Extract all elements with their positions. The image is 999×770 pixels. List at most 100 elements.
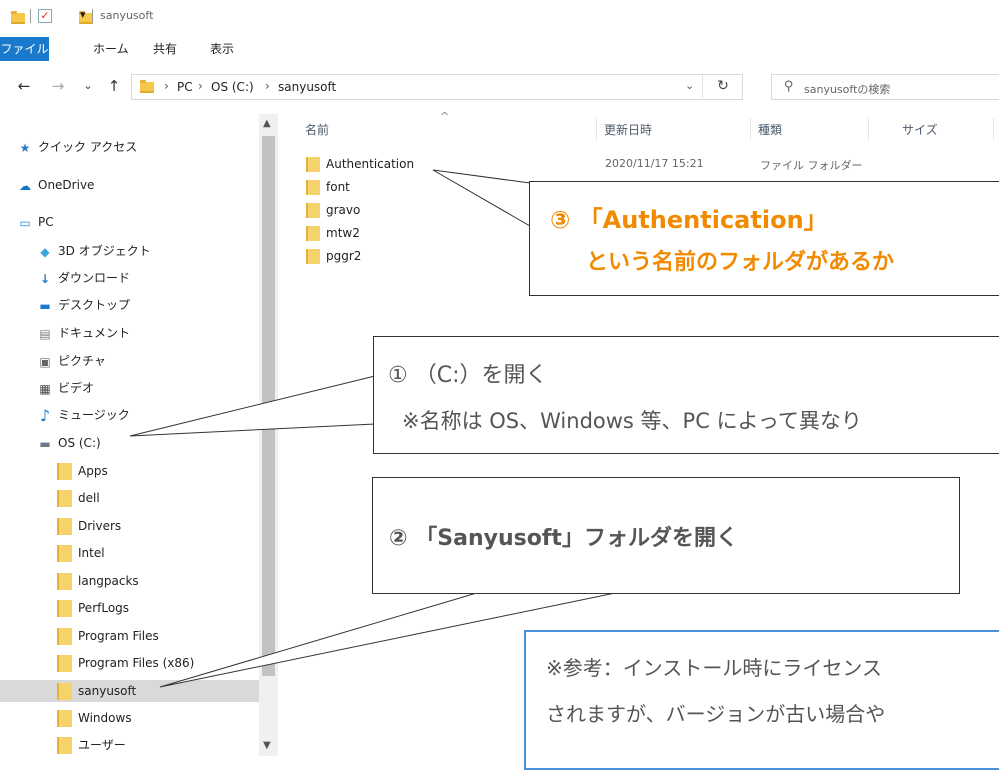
folder-icon (57, 545, 72, 562)
sidebar-item-intel[interactable]: Intel (57, 542, 105, 564)
folder-icon (57, 683, 72, 700)
file-name: mtw2 (326, 226, 360, 240)
forward-arrow-icon[interactable]: → (48, 77, 68, 95)
folder-icon (306, 157, 320, 172)
search-input[interactable]: sanyusoftの検索 (804, 81, 890, 97)
sidebar-item-users[interactable]: ユーザー (57, 734, 126, 756)
column-divider[interactable] (750, 118, 751, 140)
sidebar-item-label: ミュージック (58, 408, 130, 422)
folder-icon (57, 737, 72, 754)
callout-open-sanyusoft: ② 「Sanyusoft」フォルダを開く (372, 477, 960, 594)
breadcrumb-drive[interactable]: OS (C:) (211, 80, 254, 94)
search-box[interactable]: ⚲ sanyusoftの検索 (771, 74, 999, 100)
folder-icon (306, 249, 320, 264)
sidebar-item-pictures[interactable]: ▣ ピクチャ (37, 350, 106, 372)
sidebar-item-documents[interactable]: ▤ ドキュメント (37, 322, 130, 344)
cloud-icon: ☁ (19, 178, 31, 193)
sidebar-item-label: Intel (78, 546, 105, 560)
sidebar-item-label: ユーザー (78, 738, 126, 752)
sidebar-item-label: langpacks (78, 574, 139, 588)
sidebar-item-label: ピクチャ (58, 354, 106, 368)
breadcrumb-separator: › (164, 79, 169, 93)
sidebar-item-label: Windows (78, 711, 132, 725)
sidebar-item-desktop[interactable]: ▬ デスクトップ (37, 294, 130, 316)
sidebar-item-label: Apps (78, 464, 108, 478)
music-icon: ♪ (39, 405, 51, 425)
sidebar-item-quick-access[interactable]: ★ クイック アクセス (17, 136, 138, 158)
sidebar-item-label: クイック アクセス (38, 140, 138, 154)
tab-file[interactable]: ファイル (0, 37, 49, 61)
sidebar-item-program-files[interactable]: Program Files (57, 625, 159, 647)
column-divider[interactable] (596, 118, 597, 140)
column-header-type[interactable]: 種類 (758, 121, 782, 138)
list-item[interactable]: Authentication (306, 154, 414, 175)
callout-pointer-3 (432, 169, 531, 227)
sidebar-item-3d-objects[interactable]: ◆ 3D オブジェクト (37, 240, 150, 262)
column-header-name[interactable]: 名前 (305, 121, 329, 138)
file-name: pggr2 (326, 249, 362, 263)
sidebar-item-perflogs[interactable]: PerfLogs (57, 597, 129, 619)
list-item[interactable]: pggr2 (306, 246, 361, 267)
list-item[interactable]: font (306, 177, 350, 198)
document-icon: ▤ (39, 326, 51, 341)
recent-locations-icon[interactable]: ⌄ (78, 79, 98, 92)
scroll-up-icon[interactable]: ▲ (263, 118, 271, 129)
callout-subtitle: という名前のフォルダがあるか (586, 250, 895, 275)
callout-title: ② 「Sanyusoft」フォルダを開く (389, 520, 738, 552)
sidebar-item-label: PC (38, 215, 54, 229)
sidebar-item-apps[interactable]: Apps (57, 460, 108, 482)
folder-icon (140, 80, 154, 93)
sidebar-item-label: Drivers (78, 519, 122, 533)
list-item[interactable]: gravo (306, 200, 360, 221)
properties-check-icon[interactable]: ✓ (38, 9, 52, 23)
ribbon-tabs: ファイル ホーム 共有 表示 (0, 37, 999, 61)
picture-icon: ▣ (39, 354, 51, 369)
drive-icon: ▬ (39, 436, 51, 451)
back-arrow-icon[interactable]: ← (14, 77, 34, 95)
folder-icon (57, 518, 72, 535)
sidebar-item-dell[interactable]: dell (57, 487, 100, 509)
folder-icon (57, 490, 72, 507)
sidebar-scrollbar[interactable]: ▲ ▼ (259, 114, 278, 756)
folder-icon (57, 655, 72, 672)
tab-view[interactable]: 表示 (204, 37, 240, 61)
sidebar-item-program-files-x86[interactable]: Program Files (x86) (57, 652, 194, 674)
scrollbar-thumb[interactable] (262, 136, 275, 676)
tab-share[interactable]: 共有 (147, 37, 183, 61)
sidebar-item-videos[interactable]: ▦ ビデオ (37, 377, 94, 399)
column-divider[interactable] (868, 118, 869, 140)
column-header-size[interactable]: サイズ (902, 121, 938, 138)
title-bar: ✓ ▾ sanyusoft (0, 0, 999, 34)
folder-icon (57, 573, 72, 590)
refresh-icon[interactable]: ↻ (702, 74, 743, 98)
sidebar-item-langpacks[interactable]: langpacks (57, 570, 139, 592)
sidebar-item-label: Program Files (x86) (78, 656, 195, 670)
scroll-down-icon[interactable]: ▼ (263, 740, 271, 751)
folder-icon (306, 226, 320, 241)
breadcrumb-separator: › (198, 79, 203, 93)
breadcrumb-sanyusoft[interactable]: sanyusoft (278, 80, 336, 94)
sidebar-item-os-drive[interactable]: ▬ OS (C:) (37, 432, 100, 454)
callout-note: ※名称は OS、Windows 等、PC によって異なり (402, 409, 862, 433)
navigation-bar: ← → ⌄ ↑ › PC › OS (C:) › sanyusoft ⌄ ↻ ⚲… (0, 70, 999, 104)
sidebar-item-music[interactable]: ♪ ミュージック (37, 404, 130, 426)
address-dropdown-icon[interactable]: ⌄ (685, 79, 694, 92)
customize-qa-dropdown-icon[interactable]: ▾ (80, 8, 86, 21)
sidebar-item-pc[interactable]: ▭ PC (17, 211, 54, 233)
column-divider[interactable] (993, 118, 994, 140)
file-type: ファイル フォルダー (760, 159, 863, 172)
column-header-modified[interactable]: 更新日時 (604, 121, 652, 138)
tab-home[interactable]: ホーム (87, 37, 135, 61)
sidebar-item-downloads[interactable]: ↓ ダウンロード (37, 267, 130, 289)
sidebar-item-label: デスクトップ (58, 298, 131, 312)
sidebar-item-label: sanyusoft (78, 684, 137, 698)
sidebar-item-onedrive[interactable]: ☁ OneDrive (17, 174, 94, 196)
list-item[interactable]: mtw2 (306, 223, 360, 244)
callout-title: ① （C:）を開く (388, 363, 548, 388)
sidebar-item-windows[interactable]: Windows (57, 707, 132, 729)
breadcrumb-pc[interactable]: PC (177, 80, 193, 94)
sidebar-item-sanyusoft[interactable]: sanyusoft (0, 680, 259, 702)
address-bar[interactable]: › PC › OS (C:) › sanyusoft ⌄ (131, 74, 743, 100)
sidebar-item-drivers[interactable]: Drivers (57, 515, 121, 537)
up-arrow-icon[interactable]: ↑ (104, 77, 124, 95)
